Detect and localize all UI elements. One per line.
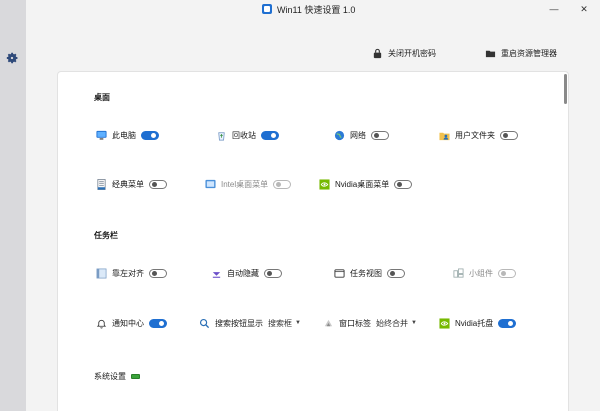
notification-center-toggle[interactable] bbox=[149, 318, 167, 328]
network-label: 网络 bbox=[350, 130, 366, 140]
close-button[interactable]: ✕ bbox=[574, 0, 594, 18]
nvidia-icon bbox=[439, 317, 450, 329]
window-title: Win11 快速设置 1.0 bbox=[262, 3, 355, 15]
this-pc-toggle[interactable] bbox=[141, 130, 159, 140]
section-title-system: 系统设置 bbox=[94, 371, 126, 381]
recycle-bin-icon bbox=[218, 131, 225, 140]
classic-menu-label: 经典菜单 bbox=[112, 179, 144, 189]
settings-panel: 桌面 此电脑 回收站 网络 用户文件夹 经典菜单 Intel桌面菜单 Nvidi… bbox=[57, 71, 569, 411]
network-globe-icon bbox=[334, 130, 345, 140]
monitor-icon bbox=[96, 130, 107, 140]
user-folder-icon bbox=[439, 132, 450, 140]
section-title-taskbar: 任务栏 bbox=[94, 231, 118, 240]
taskbar-item-window-label: 窗口标签 始终合并 ▼ bbox=[323, 316, 417, 330]
close-startup-password-label: 关闭开机密码 bbox=[388, 48, 436, 58]
search-button-label: 搜索按钮显示 bbox=[215, 318, 263, 328]
battery-icon bbox=[131, 373, 140, 379]
nvidia-tray-label: Nvidia托盘 bbox=[455, 318, 494, 328]
task-view-label: 任务视图 bbox=[350, 268, 382, 278]
section-title-desktop: 桌面 bbox=[94, 93, 110, 102]
title-bar: Win11 快速设置 1.0 — ✕ bbox=[26, 0, 600, 20]
widgets-label: 小组件 bbox=[469, 268, 493, 278]
search-icon bbox=[199, 318, 210, 328]
desktop-item-network: 网络 bbox=[334, 128, 389, 142]
user-folder-label: 用户文件夹 bbox=[455, 130, 495, 140]
auto-hide-icon bbox=[212, 271, 221, 278]
auto-hide-toggle[interactable] bbox=[264, 268, 282, 278]
nvidia-menu-toggle[interactable] bbox=[394, 179, 413, 189]
folder-icon bbox=[485, 50, 496, 57]
desktop-item-this-pc: 此电脑 bbox=[96, 128, 159, 142]
search-mode-select[interactable]: 搜索框 ▼ bbox=[268, 318, 301, 329]
auto-hide-label: 自动隐藏 bbox=[227, 268, 259, 278]
desktop-item-nvidia-menu: Nvidia桌面菜单 bbox=[319, 177, 413, 191]
widgets-toggle[interactable] bbox=[498, 268, 516, 278]
nvidia-tray-toggle[interactable] bbox=[498, 318, 517, 328]
desktop-item-user-folder: 用户文件夹 bbox=[439, 128, 518, 142]
left-rail bbox=[0, 0, 26, 411]
align-left-icon bbox=[96, 268, 107, 278]
notification-center-label: 通知中心 bbox=[112, 318, 144, 328]
gear-icon[interactable] bbox=[5, 51, 19, 65]
intel-icon bbox=[205, 179, 216, 188]
nvidia-menu-label: Nvidia桌面菜单 bbox=[335, 179, 390, 189]
desktop-item-recycle-bin: 回收站 bbox=[216, 128, 279, 142]
taskbar-item-notification-center: 通知中心 bbox=[96, 316, 167, 330]
scrollbar-thumb[interactable] bbox=[564, 74, 567, 104]
window-label-icon bbox=[324, 319, 333, 326]
bell-icon bbox=[96, 319, 107, 328]
recycle-bin-label: 回收站 bbox=[232, 130, 256, 140]
desktop-item-intel-menu: Intel桌面菜单 bbox=[205, 177, 292, 191]
task-view-icon bbox=[334, 268, 345, 278]
intel-menu-toggle[interactable] bbox=[273, 179, 292, 189]
lock-icon bbox=[373, 48, 382, 58]
task-view-toggle[interactable] bbox=[387, 268, 405, 278]
taskbar-item-widgets: 小组件 bbox=[453, 266, 516, 280]
scrollbar[interactable] bbox=[562, 72, 568, 411]
taskbar-item-auto-hide: 自动隐藏 bbox=[211, 266, 282, 280]
taskbar-item-search-button: 搜索按钮显示 搜索框 ▼ bbox=[199, 316, 301, 330]
section-title-system-row: 系统设置 bbox=[94, 369, 140, 383]
classic-menu-toggle[interactable] bbox=[149, 179, 167, 189]
app-icon bbox=[262, 4, 272, 14]
align-left-label: 靠左对齐 bbox=[112, 268, 144, 278]
close-startup-password-button[interactable]: 关闭开机密码 bbox=[372, 47, 436, 59]
network-toggle[interactable] bbox=[371, 130, 389, 140]
window-label-value: 始终合并 bbox=[376, 318, 408, 328]
desktop-item-classic-menu: 经典菜单 bbox=[96, 177, 167, 191]
chevron-down-icon: ▼ bbox=[411, 320, 417, 326]
taskbar-item-align-left: 靠左对齐 bbox=[96, 266, 167, 280]
widgets-icon bbox=[453, 268, 464, 278]
minimize-button[interactable]: — bbox=[544, 0, 564, 18]
recycle-bin-toggle[interactable] bbox=[261, 130, 279, 140]
nvidia-icon bbox=[319, 178, 330, 190]
user-folder-toggle[interactable] bbox=[500, 130, 518, 140]
this-pc-label: 此电脑 bbox=[112, 130, 136, 140]
window-title-text: Win11 快速设置 1.0 bbox=[277, 4, 356, 15]
window-label-label: 窗口标签 bbox=[339, 318, 371, 328]
window-label-select[interactable]: 始终合并 ▼ bbox=[376, 318, 417, 329]
intel-menu-label: Intel桌面菜单 bbox=[221, 179, 269, 189]
search-mode-value: 搜索框 bbox=[268, 318, 292, 328]
restart-explorer-button[interactable]: 重启资源管理器 bbox=[485, 47, 557, 59]
restart-explorer-label: 重启资源管理器 bbox=[501, 48, 557, 58]
taskbar-item-nvidia-tray: Nvidia托盘 bbox=[439, 316, 517, 330]
classic-menu-icon bbox=[97, 178, 106, 190]
chevron-down-icon: ▼ bbox=[295, 320, 301, 326]
taskbar-item-task-view: 任务视图 bbox=[334, 266, 405, 280]
align-left-toggle[interactable] bbox=[149, 268, 167, 278]
